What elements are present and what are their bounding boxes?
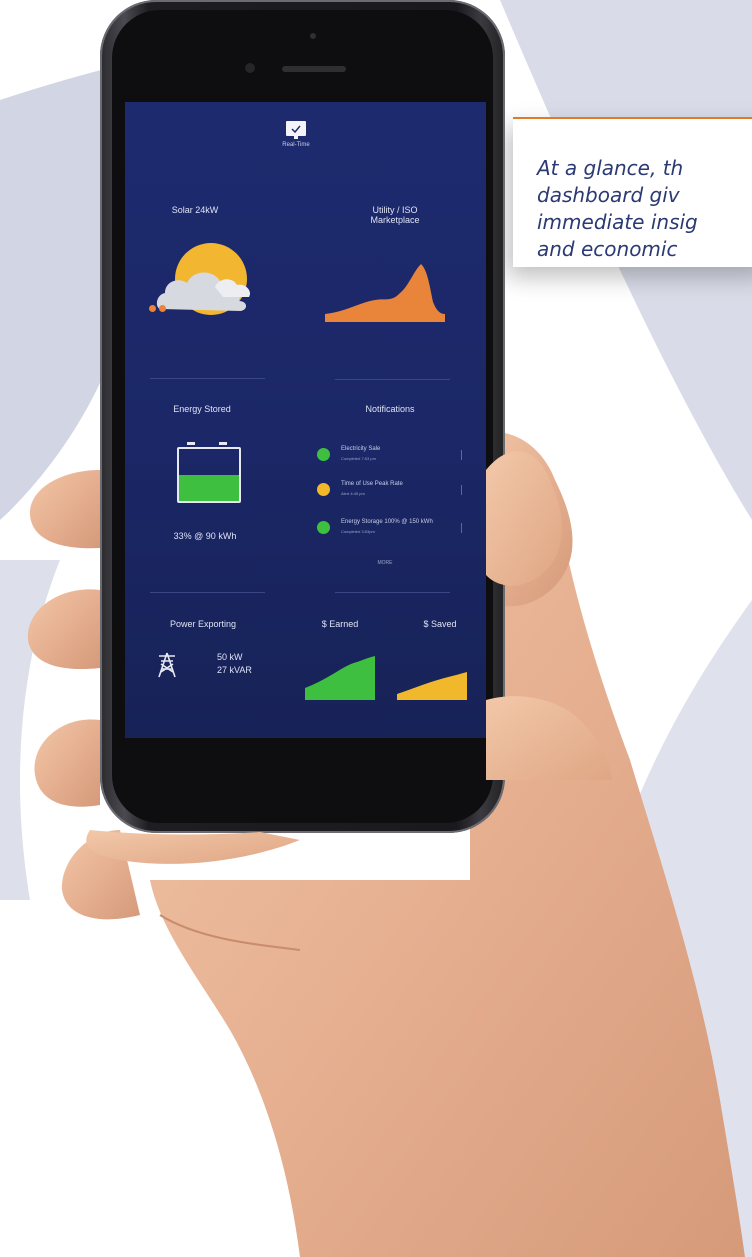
notification-subtitle: Completed 3:53pm (341, 529, 375, 534)
notification-status-icon (317, 448, 330, 461)
battery-icon (177, 447, 241, 503)
notification-more-icon[interactable] (461, 450, 462, 460)
notification-title: Energy Storage 100% @ 150 kWh (341, 519, 433, 525)
notification-item-1[interactable]: Electricity Sale Completed 7:53 pm (317, 446, 462, 466)
notifications-more-link[interactable]: MORE (370, 560, 400, 566)
app-screen: Real-Time Solar 24kW Utility / ISO Marke… (125, 102, 486, 738)
divider-2b (335, 592, 450, 593)
earned-label: $ Earned (321, 619, 359, 629)
power-kvar: 27 kVAR (217, 665, 252, 675)
saved-area-chart (397, 672, 467, 700)
power-exporting-title: Power Exporting (169, 619, 237, 629)
notification-status-icon (317, 483, 330, 496)
notification-subtitle: Completed 7:53 pm (341, 456, 376, 461)
notification-item-3[interactable]: Energy Storage 100% @ 150 kWh Completed … (317, 517, 462, 537)
notification-item-2[interactable]: Time of Use Peak Rate Alert 4:45 pm (317, 479, 462, 499)
page-dot-1[interactable] (149, 305, 156, 312)
transmission-tower-icon (158, 652, 176, 678)
energy-stored-title: Energy Stored (173, 404, 231, 414)
energy-stored-value: 33% @ 90 kWh (173, 531, 237, 541)
divider-1a (150, 378, 265, 379)
battery-fill (179, 475, 239, 501)
earned-area-chart (305, 656, 375, 700)
notification-more-icon[interactable] (461, 485, 462, 495)
notification-more-icon[interactable] (461, 523, 462, 533)
saved-label: $ Saved (423, 619, 457, 629)
proximity-sensor (310, 33, 316, 39)
front-camera (245, 63, 255, 73)
realtime-monitor-icon[interactable] (286, 121, 306, 136)
notification-status-icon (317, 521, 330, 534)
mode-label: Real-Time (282, 142, 310, 148)
utility-price-chart (325, 264, 445, 322)
earpiece-speaker (282, 66, 346, 72)
notifications-title: Notifications (365, 404, 415, 414)
divider-1b (335, 379, 450, 380)
notification-title: Time of Use Peak Rate (341, 481, 403, 487)
notification-title: Electricity Sale (341, 446, 381, 452)
notification-subtitle: Alert 4:45 pm (341, 491, 365, 496)
page-dot-2[interactable] (159, 305, 166, 312)
power-kw: 50 kW (217, 652, 243, 662)
solar-label: Solar 24kW (171, 205, 219, 215)
sun-cloud-icon (156, 243, 251, 315)
utility-label: Utility / ISO Marketplace (370, 205, 420, 225)
divider-2a (150, 592, 265, 593)
